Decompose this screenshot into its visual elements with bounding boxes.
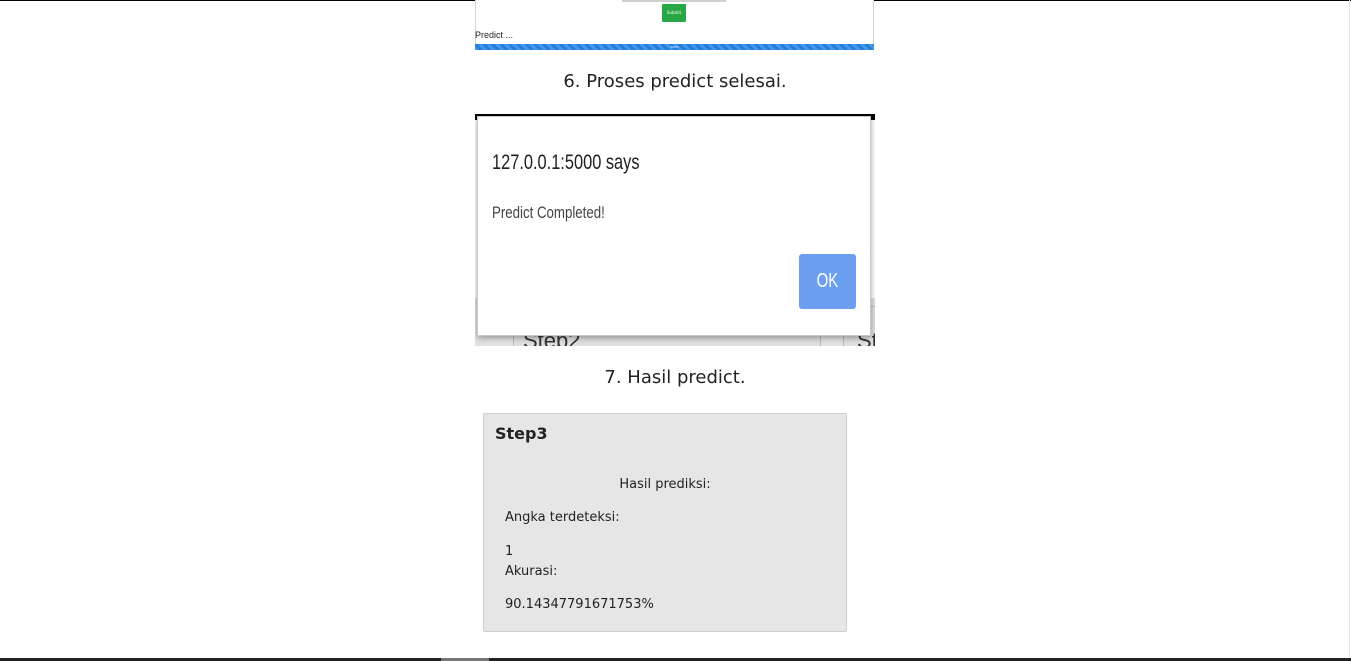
step3-title: Step3 [495,424,548,443]
accuracy-label: Akurasi: [505,564,558,579]
caption-step7: 7. Hasil predict. [604,367,746,388]
result-card: Step3 Hasil prediksi: Angka terdeteksi: … [483,413,847,632]
file-input-field[interactable] [622,0,726,2]
progress-fill: 100% [475,44,874,50]
result-heading: Hasil prediksi: [619,477,711,492]
progress-bar: 100% [475,44,874,50]
alert-message: Predict Completed! [492,203,605,222]
predict-status-label: Predict ... [475,30,514,40]
alert-title: 127.0.0.1:5000 says [492,151,640,174]
accuracy-value: 90.14347791671753% [505,597,654,612]
alert-screenshot: Step2 Step3 127.0.0.1:5000 says Predict … [475,114,875,346]
detected-digit-label: Angka terdeteksi: [505,510,620,525]
ok-button-label: OK [816,270,839,292]
detected-digit-value: 1 [505,544,514,559]
submit-button[interactable]: Submit [662,4,686,22]
alert-dialog: 127.0.0.1:5000 says Predict Completed! O… [477,116,871,336]
screenshot-edge-right [873,0,874,44]
caption-step6: 6. Proses predict selesai. [563,71,787,92]
ok-button[interactable]: OK [799,254,856,309]
page-right-border [1349,0,1350,661]
progress-screenshot: Submit Predict ... 100% [475,0,874,50]
